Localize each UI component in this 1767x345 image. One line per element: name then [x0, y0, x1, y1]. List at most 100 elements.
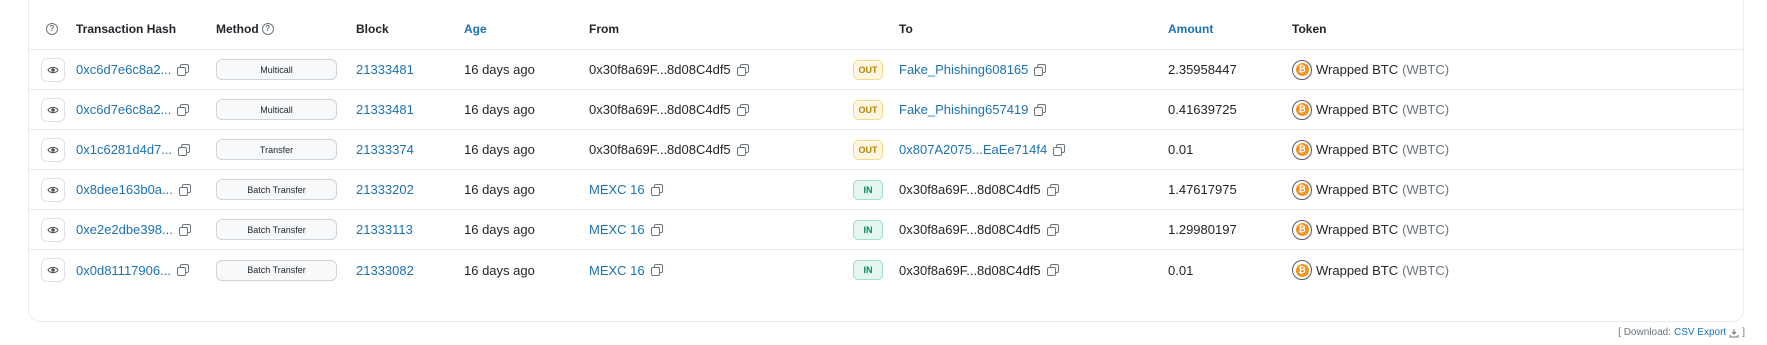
token-transfers-table: ? Transaction Hash Method ? Block Age Fr…	[28, 0, 1744, 322]
token-name-link[interactable]: Wrapped BTC	[1316, 142, 1398, 157]
table-header: ? Transaction Hash Method ? Block Age Fr…	[29, 8, 1743, 50]
wbtc-token-icon: ₿	[1292, 260, 1312, 280]
copy-icon[interactable]	[178, 143, 191, 156]
direction-badge: OUT	[853, 59, 883, 80]
copy-icon[interactable]	[177, 63, 190, 76]
from-address[interactable]: MEXC 16	[589, 222, 645, 237]
copy-icon[interactable]	[1046, 264, 1059, 276]
transaction-hash-link[interactable]: 0x0d81117906...	[76, 263, 171, 278]
table-row: 0xc6d7e6c8a2... Multicall 21333481 16 da…	[29, 50, 1743, 90]
copy-icon[interactable]	[736, 143, 749, 156]
amount-value: 1.47617975	[1168, 182, 1237, 197]
to-address[interactable]: Fake_Phishing608165	[899, 62, 1028, 77]
table-row: 0x1c6281d4d7... Transfer 21333374 16 day…	[29, 130, 1743, 170]
copy-icon[interactable]	[178, 223, 191, 236]
from-address[interactable]: 0x30f8a69F...8d08C4df5	[589, 142, 731, 157]
amount-value: 1.29980197	[1168, 222, 1237, 237]
header-from: From	[589, 21, 619, 36]
token-symbol: (WBTC)	[1402, 62, 1450, 77]
copy-icon[interactable]	[1034, 103, 1047, 116]
copy-icon[interactable]	[650, 264, 663, 276]
age-text: 16 days ago	[464, 102, 535, 117]
download-label: [ Download:	[1618, 327, 1671, 338]
to-address[interactable]: 0x807A2075...EaEe714f4	[899, 142, 1047, 157]
copy-icon[interactable]	[1046, 183, 1059, 196]
header-age[interactable]: Age	[464, 8, 487, 49]
to-address[interactable]: 0x30f8a69F...8d08C4df5	[899, 222, 1041, 237]
block-link[interactable]: 21333202	[356, 182, 414, 197]
info-header[interactable]: ?	[46, 8, 58, 49]
copy-icon[interactable]	[177, 103, 190, 116]
copy-icon[interactable]	[1053, 143, 1066, 156]
to-address[interactable]: 0x30f8a69F...8d08C4df5	[899, 182, 1041, 197]
download-footer: [ Download: CSV Export ]	[1618, 327, 1745, 338]
copy-icon[interactable]	[736, 103, 749, 116]
bitcoin-glyph: ₿	[1295, 103, 1309, 116]
direction-badge: IN	[853, 219, 883, 240]
view-details-button[interactable]	[41, 137, 65, 162]
method-badge: Multicall	[216, 99, 337, 120]
direction-badge: OUT	[853, 139, 883, 160]
method-badge: Batch Transfer	[216, 219, 337, 240]
transaction-hash-link[interactable]: 0xc6d7e6c8a2...	[76, 102, 171, 117]
view-details-button[interactable]	[41, 217, 65, 242]
token-name-link[interactable]: Wrapped BTC	[1316, 182, 1398, 197]
amount-value: 0.01	[1168, 262, 1194, 278]
bitcoin-glyph: ₿	[1295, 263, 1309, 277]
copy-icon[interactable]	[1034, 63, 1047, 76]
direction-badge: IN	[853, 179, 883, 200]
block-link[interactable]: 21333374	[356, 142, 414, 157]
block-link[interactable]: 21333113	[356, 222, 413, 237]
wbtc-token-icon: ₿	[1292, 99, 1312, 120]
question-icon[interactable]: ?	[261, 22, 274, 35]
header-block: Block	[356, 21, 389, 36]
view-details-button[interactable]	[41, 177, 65, 202]
token-name-link[interactable]: Wrapped BTC	[1316, 62, 1398, 77]
header-transaction-hash: Transaction Hash	[76, 21, 177, 36]
to-address[interactable]: Fake_Phishing657419	[899, 102, 1028, 117]
token-symbol: (WBTC)	[1402, 222, 1450, 237]
csv-export-link[interactable]: CSV Export	[1674, 327, 1726, 338]
method-badge: Batch Transfer	[216, 179, 337, 200]
age-text: 16 days ago	[464, 142, 535, 157]
to-address[interactable]: 0x30f8a69F...8d08C4df5	[899, 263, 1041, 278]
eye-icon	[47, 186, 59, 193]
token-name-link[interactable]: Wrapped BTC	[1316, 263, 1398, 278]
copy-icon[interactable]	[650, 223, 663, 236]
transaction-hash-link[interactable]: 0xe2e2dbe398...	[76, 222, 173, 237]
transaction-hash-link[interactable]: 0x8dee163b0a...	[76, 182, 173, 197]
age-text: 16 days ago	[464, 262, 535, 278]
block-link[interactable]: 21333481	[356, 62, 414, 77]
transaction-hash-link[interactable]: 0x1c6281d4d7...	[76, 142, 172, 157]
bitcoin-glyph: ₿	[1295, 143, 1309, 156]
header-to: To	[899, 21, 913, 36]
table-row: 0xc6d7e6c8a2... Multicall 21333481 16 da…	[29, 90, 1743, 130]
token-name-link[interactable]: Wrapped BTC	[1316, 222, 1398, 237]
token-name-link[interactable]: Wrapped BTC	[1316, 102, 1398, 117]
download-icon	[1729, 328, 1739, 337]
copy-icon[interactable]	[176, 264, 189, 276]
amount-value: 0.01	[1168, 142, 1194, 157]
header-amount[interactable]: Amount	[1168, 8, 1213, 49]
block-link[interactable]: 21333082	[356, 263, 414, 278]
table-row: 0xe2e2dbe398... Batch Transfer 21333113 …	[29, 210, 1743, 250]
view-details-button[interactable]	[41, 57, 65, 82]
method-badge: Batch Transfer	[216, 259, 337, 281]
copy-icon[interactable]	[650, 183, 663, 196]
download-close: ]	[1742, 327, 1745, 338]
from-address[interactable]: MEXC 16	[589, 263, 645, 278]
view-details-button[interactable]	[41, 97, 65, 122]
transaction-hash-link[interactable]: 0xc6d7e6c8a2...	[76, 62, 171, 77]
block-link[interactable]: 21333481	[356, 102, 414, 117]
view-details-button[interactable]	[41, 258, 65, 282]
copy-icon[interactable]	[178, 183, 191, 196]
from-address[interactable]: 0x30f8a69F...8d08C4df5	[589, 62, 731, 77]
eye-icon	[47, 66, 59, 73]
copy-icon[interactable]	[1046, 223, 1059, 236]
from-address[interactable]: 0x30f8a69F...8d08C4df5	[589, 102, 731, 117]
from-address[interactable]: MEXC 16	[589, 182, 645, 197]
copy-icon[interactable]	[736, 63, 749, 76]
token-symbol: (WBTC)	[1402, 102, 1450, 117]
eye-icon	[47, 226, 59, 233]
age-text: 16 days ago	[464, 222, 535, 237]
